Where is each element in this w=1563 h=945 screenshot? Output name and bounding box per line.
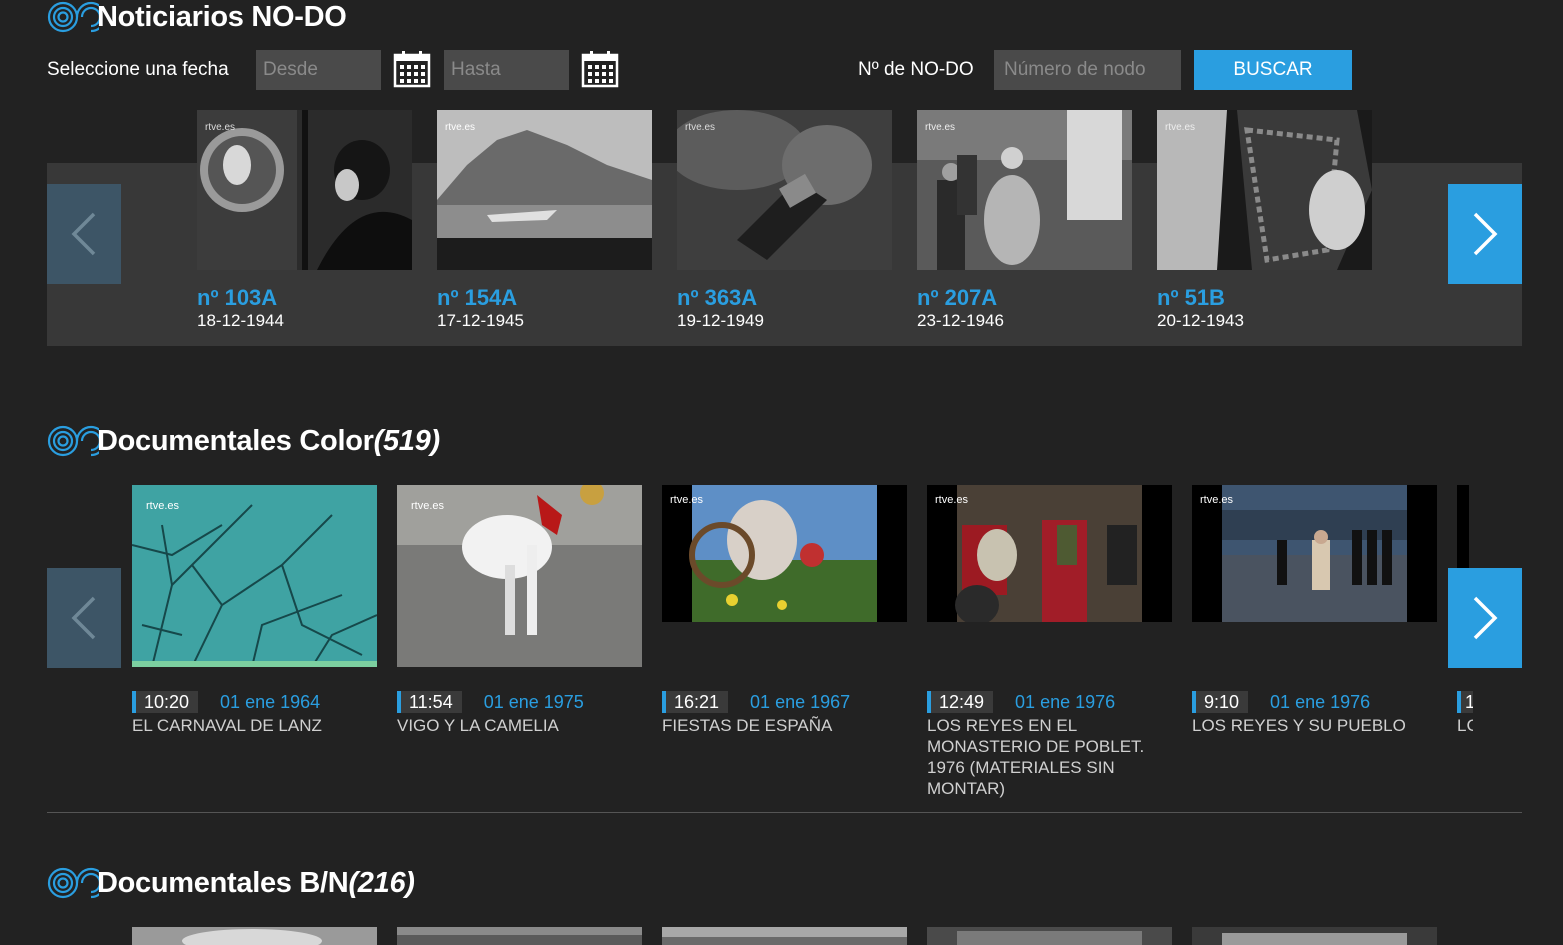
- nodo-item-number[interactable]: nº 363A: [677, 285, 757, 311]
- video-thumbnail[interactable]: rtve.es: [1192, 485, 1437, 622]
- video-duration: 9:10: [1192, 691, 1249, 713]
- video-thumbnail[interactable]: rtve.es: [662, 485, 907, 622]
- nodo-item-number[interactable]: nº 154A: [437, 285, 517, 311]
- calendar-icon[interactable]: [393, 50, 431, 88]
- nodo-thumbnail[interactable]: rtve.es: [437, 110, 652, 270]
- date-to-input[interactable]: [444, 50, 569, 90]
- video-duration: 11:54: [397, 691, 462, 713]
- nodo-item-number[interactable]: nº 207A: [917, 285, 997, 311]
- video-thumbnail[interactable]: [1192, 927, 1437, 945]
- nodo-item-date: 17-12-1945: [437, 311, 524, 330]
- svg-text:rtve.es: rtve.es: [205, 122, 235, 133]
- video-title[interactable]: LC: [1457, 715, 1473, 736]
- video-duration: 12:49: [927, 691, 994, 713]
- video-meta: 9:10 01 ene 1976: [1192, 691, 1370, 713]
- svg-text:rtve.es: rtve.es: [411, 500, 445, 512]
- chevron-right-icon: [1473, 212, 1498, 256]
- video-date: 01 ene 1975: [483, 691, 584, 712]
- nodo-item-number[interactable]: nº 51B: [1157, 285, 1225, 311]
- video-meta: 16:21 01 ene 1967: [662, 691, 850, 713]
- video-title[interactable]: LOS REYES EN EL MONASTERIO DE POBLET. 19…: [927, 715, 1152, 799]
- svg-text:rtve.es: rtve.es: [925, 122, 955, 133]
- video-date: 01 ene 1964: [220, 691, 321, 712]
- bn-section-header: Documentales B/N(216): [47, 866, 415, 900]
- video-duration: 1: [1457, 691, 1473, 713]
- nodo-thumbnail[interactable]: rtve.es: [1157, 110, 1372, 270]
- video-meta: 10:20 01 ene 1964: [132, 691, 320, 713]
- nodo-item-number[interactable]: nº 103A: [197, 285, 277, 311]
- video-thumbnail[interactable]: [132, 927, 377, 945]
- video-thumbnail[interactable]: [662, 927, 907, 945]
- nodo-prev-button[interactable]: [47, 184, 121, 284]
- nodo-logo-icon: [47, 0, 99, 34]
- video-duration: 16:21: [662, 691, 729, 713]
- video-meta: 12:49 01 ene 1976: [927, 691, 1115, 713]
- color-section-header: Documentales Color(519): [47, 424, 440, 458]
- date-from-input[interactable]: [256, 50, 381, 90]
- svg-text:rtve.es: rtve.es: [670, 494, 704, 506]
- bn-section-title: Documentales B/N(216): [97, 866, 415, 899]
- nodo-next-button[interactable]: [1448, 184, 1522, 284]
- nodo-number-label: Nº de NO-DO: [858, 59, 974, 80]
- bn-section-count: (216): [348, 866, 415, 899]
- calendar-icon[interactable]: [581, 50, 619, 88]
- nodo-item-date: 20-12-1943: [1157, 311, 1244, 330]
- video-meta: 11:54 01 ene 1975: [397, 691, 584, 713]
- search-button[interactable]: BUSCAR: [1194, 50, 1352, 90]
- date-filter-label: Seleccione una fecha: [47, 59, 229, 80]
- video-title[interactable]: FIESTAS DE ESPAÑA: [662, 715, 897, 736]
- video-meta-partial: 1 LC: [1457, 691, 1473, 751]
- chevron-left-icon: [71, 596, 96, 640]
- chevron-left-icon: [71, 212, 96, 256]
- video-thumbnail[interactable]: [927, 927, 1172, 945]
- nodo-section-header: Noticiarios NO-DO: [47, 0, 347, 34]
- nodo-section-title: Noticiarios NO-DO: [97, 0, 347, 33]
- video-date: 01 ene 1967: [750, 691, 851, 712]
- svg-text:rtve.es: rtve.es: [146, 500, 180, 512]
- nodo-logo-icon: [47, 424, 99, 458]
- nodo-item-date: 19-12-1949: [677, 311, 764, 330]
- nodo-logo-icon: [47, 866, 99, 900]
- nodo-thumbnail[interactable]: rtve.es: [917, 110, 1132, 270]
- color-section-count: (519): [373, 424, 441, 457]
- svg-text:rtve.es: rtve.es: [935, 494, 969, 506]
- nodo-number-input[interactable]: [994, 50, 1181, 90]
- video-date: 01 ene 1976: [1015, 691, 1116, 712]
- nodo-thumbnail[interactable]: rtve.es: [197, 110, 412, 270]
- chevron-right-icon: [1473, 596, 1498, 640]
- svg-text:rtve.es: rtve.es: [685, 122, 715, 133]
- color-section-title: Documentales Color(519): [97, 424, 441, 457]
- color-prev-button[interactable]: [47, 568, 121, 668]
- video-thumbnail[interactable]: [397, 927, 642, 945]
- svg-text:rtve.es: rtve.es: [1200, 494, 1234, 506]
- video-thumbnail[interactable]: rtve.es: [927, 485, 1172, 622]
- video-title[interactable]: LOS REYES Y SU PUEBLO: [1192, 715, 1427, 736]
- video-date: 01 ene 1976: [1270, 691, 1371, 712]
- nodo-thumbnail[interactable]: rtve.es: [677, 110, 892, 270]
- color-next-button[interactable]: [1448, 568, 1522, 668]
- video-thumbnail[interactable]: rtve.es: [397, 485, 642, 667]
- section-divider: [47, 812, 1522, 813]
- svg-text:rtve.es: rtve.es: [445, 122, 475, 133]
- video-duration: 10:20: [132, 691, 199, 713]
- svg-text:rtve.es: rtve.es: [1165, 122, 1195, 133]
- nodo-item-date: 18-12-1944: [197, 311, 284, 330]
- video-thumbnail[interactable]: rtve.es: [132, 485, 377, 667]
- nodo-item-date: 23-12-1946: [917, 311, 1004, 330]
- video-title[interactable]: EL CARNAVAL DE LANZ: [132, 715, 367, 736]
- video-title[interactable]: VIGO Y LA CAMELIA: [397, 715, 632, 736]
